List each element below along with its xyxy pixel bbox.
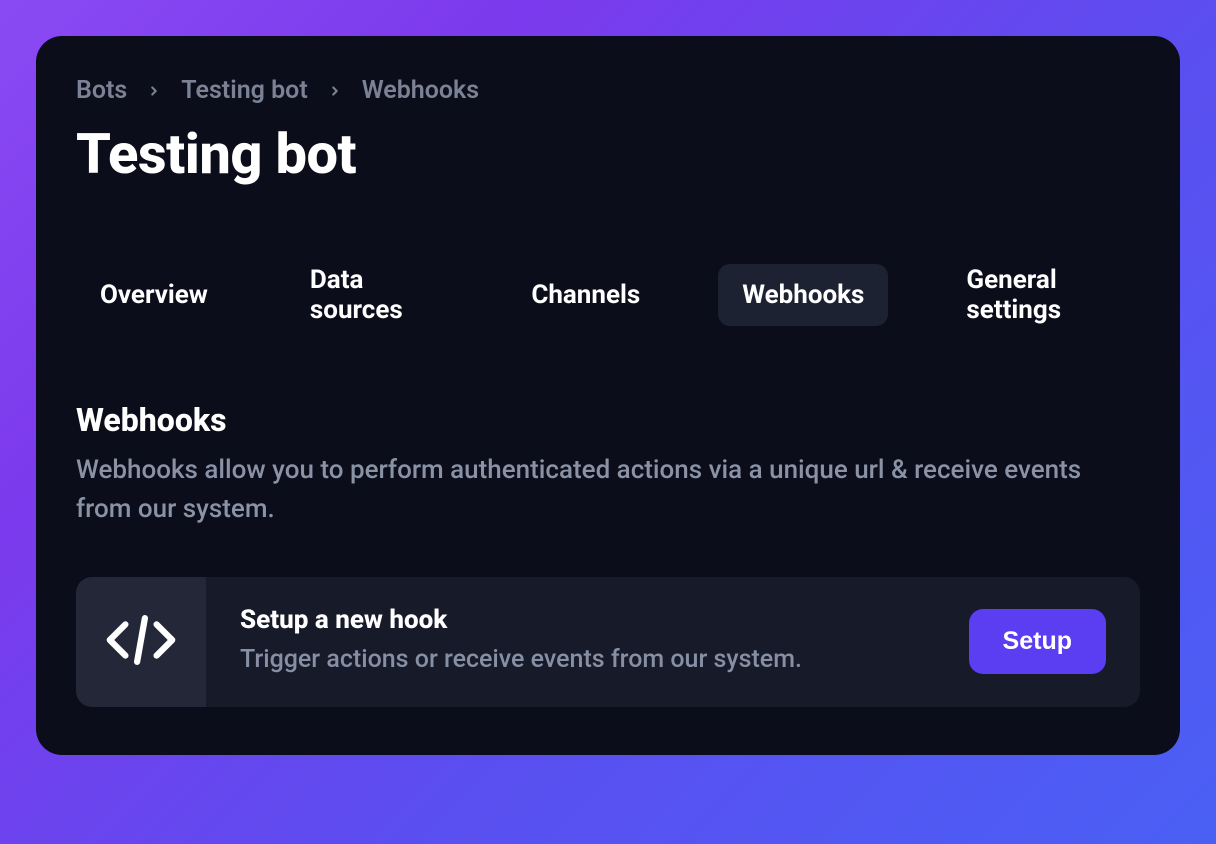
tab-overview[interactable]: Overview: [76, 264, 232, 326]
chevron-right-icon: [147, 84, 161, 98]
chevron-right-icon: [328, 84, 342, 98]
code-icon: [102, 601, 180, 683]
section-description: Webhooks allow you to perform authentica…: [76, 451, 1140, 529]
card-body: Setup a new hook Trigger actions or rece…: [206, 577, 1140, 707]
setup-button[interactable]: Setup: [969, 609, 1106, 674]
setup-hook-card: Setup a new hook Trigger actions or rece…: [76, 577, 1140, 707]
section-title: Webhooks: [76, 401, 1140, 439]
main-panel: Bots Testing bot Webhooks Testing bot Ov…: [36, 36, 1180, 755]
tab-channels[interactable]: Channels: [507, 264, 664, 326]
card-icon-box: [76, 577, 206, 707]
tabs: Overview Data sources Channels Webhooks …: [36, 249, 1180, 341]
breadcrumb-item-bots[interactable]: Bots: [76, 76, 127, 105]
card-text: Setup a new hook Trigger actions or rece…: [240, 605, 945, 679]
tab-general-settings[interactable]: General settings: [942, 249, 1140, 341]
breadcrumb: Bots Testing bot Webhooks: [76, 76, 1140, 105]
tab-webhooks[interactable]: Webhooks: [718, 264, 888, 326]
breadcrumb-item-webhooks[interactable]: Webhooks: [362, 76, 479, 105]
tab-data-sources[interactable]: Data sources: [286, 249, 453, 341]
card-description: Trigger actions or receive events from o…: [240, 641, 945, 679]
page-title: Testing bot: [76, 121, 1140, 187]
breadcrumb-item-testing-bot[interactable]: Testing bot: [181, 76, 307, 105]
card-title: Setup a new hook: [240, 605, 945, 635]
